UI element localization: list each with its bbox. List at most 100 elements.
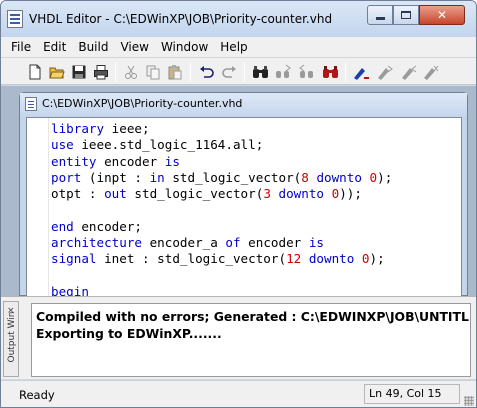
code-line: end encoder;: [51, 219, 392, 235]
menu-edit[interactable]: Edit: [37, 37, 72, 57]
document-window[interactable]: C:\EDWinXP\JOB\Priority-counter.vhd libr…: [19, 92, 468, 297]
undo-icon: [200, 66, 214, 78]
code-text: otpt :: [51, 186, 105, 202]
find-button[interactable]: [251, 62, 271, 82]
title-bar[interactable]: VHDL Editor - C:\EDWinXP\JOB\Priority-co…: [1, 1, 476, 37]
bookmark-toggle-button[interactable]: [351, 62, 371, 82]
close-icon: ✕: [436, 8, 448, 22]
cut-icon: [125, 65, 137, 79]
document-title-bar[interactable]: C:\EDWinXP\JOB\Priority-counter.vhd: [20, 93, 467, 115]
new-file-button[interactable]: [25, 62, 45, 82]
print-icon: [94, 65, 108, 80]
new-file-icon: [29, 64, 41, 80]
status-bar: Ready Ln 49, Col 15: [1, 380, 476, 407]
open-folder-icon: [49, 67, 65, 79]
copy-icon: [146, 65, 160, 80]
menu-window[interactable]: Window: [155, 37, 214, 57]
copy-button[interactable]: [143, 62, 163, 82]
undo-button[interactable]: [197, 62, 217, 82]
save-icon: [72, 65, 86, 79]
close-button[interactable]: ✕: [419, 5, 465, 25]
code-text: encoder: [96, 153, 165, 169]
minimize-icon: [375, 16, 385, 20]
code-keyword: is: [308, 235, 324, 251]
code-keyword: of: [225, 235, 241, 251]
code-line: library ieee;: [51, 121, 392, 137]
code-line: use ieee.std_logic_1164.all;: [51, 137, 392, 153]
code-line: architecture encoder_a of encoder is: [51, 235, 392, 251]
document-icon: [25, 97, 37, 111]
code-keyword: port: [51, 169, 82, 185]
status-text: Ready: [19, 388, 55, 402]
menu-help[interactable]: Help: [214, 37, 253, 57]
open-button[interactable]: [47, 62, 67, 82]
code-keyword: in: [149, 169, 165, 185]
toolbar-separator: [115, 62, 116, 82]
code-editor[interactable]: library ieee; use ieee.std_logic_1164.all…: [26, 117, 462, 297]
code-text: inet : std_logic_vector(: [96, 251, 287, 267]
find-prev-icon: [299, 64, 313, 78]
menu-build[interactable]: Build: [72, 37, 114, 57]
code-keyword: entity: [51, 153, 97, 169]
output-window: × Output Win Compiled with no errors; Ge…: [1, 296, 476, 379]
bookmark-prev-icon: [402, 65, 417, 80]
menu-view[interactable]: View: [114, 37, 154, 57]
redo-button[interactable]: [219, 62, 239, 82]
code-keyword: end: [51, 218, 74, 234]
code-keyword: is: [164, 153, 180, 169]
code-text: encoder_a: [142, 235, 226, 251]
toolbar-separator: [190, 62, 191, 82]
resize-grip[interactable]: [464, 396, 474, 406]
code-number: 0: [361, 251, 370, 267]
toolbar-separator: [345, 62, 346, 82]
bookmark-clear-icon: [424, 65, 439, 80]
code-line: otpt : out std_logic_vector(3 downto 0))…: [51, 186, 392, 202]
find-next-icon: [276, 64, 291, 78]
bookmark-clear-button[interactable]: [421, 62, 441, 82]
app-document-icon[interactable]: [7, 10, 23, 28]
maximize-button[interactable]: [393, 5, 419, 25]
bookmark-toggle-icon: [354, 68, 369, 80]
paste-icon: [168, 65, 182, 80]
code-number: 0: [369, 169, 378, 185]
menu-file[interactable]: File: [5, 37, 37, 57]
output-window-tab[interactable]: × Output Win: [3, 301, 19, 377]
code-text: std_logic_vector(: [164, 169, 302, 185]
find-next-button[interactable]: [273, 62, 293, 82]
output-window-label: Output Win: [7, 311, 17, 363]
maximize-icon: [401, 11, 411, 19]
replace-button[interactable]: [321, 62, 341, 82]
code-keyword: out: [104, 186, 127, 202]
code-text: ieee;: [104, 121, 150, 136]
code-text: );: [377, 169, 393, 185]
bookmark-prev-button[interactable]: [399, 62, 419, 82]
code-content[interactable]: library ieee; use ieee.std_logic_1164.all…: [51, 121, 393, 296]
vhdl-editor-window: VHDL Editor - C:\EDWinXP\JOB\Priority-co…: [0, 0, 477, 408]
output-line: Compiled with no errors; Generated : C:\…: [36, 309, 471, 324]
print-button[interactable]: [91, 62, 111, 82]
code-keyword: library: [51, 121, 105, 136]
bookmark-next-button[interactable]: [375, 62, 395, 82]
find-icon: [253, 66, 268, 78]
code-line: entity encoder is: [51, 154, 392, 170]
output-text-area[interactable]: Compiled with no errors; Generated : C:\…: [31, 303, 471, 377]
code-line: signal inet : std_logic_vector(12 downto…: [51, 251, 392, 267]
replace-icon: [323, 66, 338, 78]
code-text: (inpt :: [81, 169, 150, 185]
code-text: std_logic_vector(: [126, 186, 264, 202]
code-number: 8: [301, 169, 309, 185]
save-button[interactable]: [69, 62, 89, 82]
find-prev-button[interactable]: [297, 62, 317, 82]
paste-button[interactable]: [165, 62, 185, 82]
cut-button[interactable]: [121, 62, 141, 82]
output-line: Exporting to EDWinXP.......: [36, 326, 222, 341]
cursor-position: Ln 49, Col 15: [364, 384, 460, 404]
code-keyword: use: [51, 137, 74, 153]
code-keyword: signal: [51, 251, 97, 267]
minimize-button[interactable]: [367, 5, 393, 25]
